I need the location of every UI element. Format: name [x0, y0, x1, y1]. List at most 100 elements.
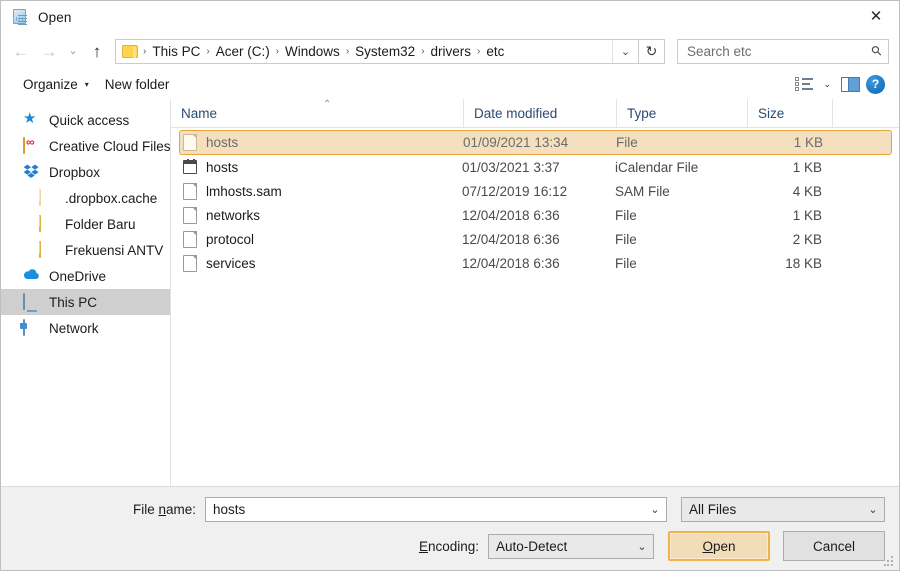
star-icon: ★	[23, 110, 37, 127]
search-box[interactable]: ⚲	[677, 38, 889, 64]
dialog-body: ★ Quick access Creative Cloud Files Drop…	[1, 99, 899, 486]
file-size: 18 KB	[785, 255, 822, 271]
dropbox-icon	[23, 164, 40, 180]
view-controls: ⌄ ?	[795, 74, 891, 94]
organize-button[interactable]: Organize ▾	[15, 74, 97, 95]
column-header-date-modified[interactable]: Date modified	[464, 99, 617, 127]
file-name-cell: lmhosts.sam	[179, 182, 462, 200]
breadcrumb-item-1[interactable]: Acer (C:)	[211, 44, 275, 59]
table-row[interactable]: networks 12/04/2018 6:36 File 1 KB	[179, 203, 892, 227]
cloud-icon	[23, 268, 40, 284]
breadcrumb-item-3[interactable]: System32	[350, 44, 420, 59]
file-type-filter-select[interactable]: All Files ⌄	[681, 497, 885, 522]
file-size: 2 KB	[792, 231, 822, 247]
sidebar-item-label: Frekuensi ANTV	[65, 242, 164, 258]
sidebar-item-label: Network	[49, 320, 99, 336]
file-type: File	[616, 135, 638, 150]
sidebar-item-onedrive[interactable]: OneDrive	[1, 263, 170, 289]
sidebar-item-creative-cloud-files[interactable]: Creative Cloud Files	[1, 133, 170, 159]
folder-icon	[39, 215, 56, 232]
refresh-icon[interactable]: ↻	[638, 38, 665, 64]
cancel-button[interactable]: Cancel	[783, 531, 885, 561]
navigation-bar: ← → ⌄ ↑ › This PC › Acer (C:) › Windows …	[1, 33, 899, 69]
file-icon	[183, 182, 197, 200]
file-list-pane: ⌃ Name Date modified Type Size hosts 01/…	[171, 99, 899, 486]
organize-label: Organize	[23, 76, 78, 92]
file-name: hosts	[206, 135, 239, 150]
recent-locations-icon[interactable]: ⌄	[63, 37, 83, 65]
breadcrumb-item-4[interactable]: drivers	[426, 44, 477, 59]
window-title: Open	[38, 9, 72, 25]
filename-label: File name:	[132, 502, 196, 517]
open-file-dialog: Open ✕ ← → ⌄ ↑ › This PC › Acer (C:) › W…	[0, 0, 900, 571]
table-row[interactable]: hosts 01/09/2021 13:34 File 1 KB	[179, 130, 892, 155]
sidebar-item-label: Creative Cloud Files	[49, 138, 171, 154]
address-bar[interactable]: › This PC › Acer (C:) › Windows › System…	[115, 38, 639, 64]
calendar-icon	[183, 158, 197, 176]
back-icon[interactable]: ←	[7, 37, 35, 65]
sidebar-item-label: Quick access	[49, 112, 130, 128]
sidebar-item-folder-baru[interactable]: Folder Baru	[1, 211, 170, 237]
open-button[interactable]: Open	[668, 531, 770, 561]
search-input[interactable]	[687, 43, 873, 59]
file-size: 4 KB	[792, 183, 822, 199]
column-header-size[interactable]: Size	[748, 99, 833, 127]
sort-ascending-icon: ⌃	[323, 99, 332, 110]
table-row[interactable]: hosts 01/03/2021 3:37 iCalendar File 1 K…	[179, 155, 892, 179]
file-name-cell: hosts	[180, 134, 463, 151]
chevron-down-icon[interactable]: ⌄	[862, 503, 884, 516]
folder-icon	[122, 44, 139, 58]
resize-grip[interactable]	[884, 556, 894, 566]
help-icon[interactable]: ?	[866, 74, 885, 94]
table-row[interactable]: lmhosts.sam 07/12/2019 16:12 SAM File 4 …	[179, 179, 892, 203]
pc-icon	[23, 293, 40, 310]
sidebar-item-frekuensi-antv[interactable]: Frekuensi ANTV	[1, 237, 170, 263]
file-type: File	[615, 207, 637, 223]
file-size: 1 KB	[792, 159, 822, 175]
file-size: 1 KB	[792, 207, 822, 223]
chevron-down-icon[interactable]: ⌄	[612, 39, 638, 63]
network-icon	[23, 319, 40, 336]
preview-pane-icon[interactable]	[841, 76, 860, 92]
close-icon[interactable]: ✕	[853, 1, 899, 32]
sidebar-item-network[interactable]: Network	[1, 315, 170, 341]
file-name-cell: protocol	[179, 230, 462, 248]
sidebar-item-dropbox-cache[interactable]: .dropbox.cache	[1, 185, 170, 211]
column-header-name[interactable]: Name	[171, 99, 464, 127]
chevron-down-icon[interactable]: ⌄	[819, 79, 835, 90]
breadcrumb-item-5[interactable]: etc	[481, 44, 509, 59]
sidebar-item-label: Dropbox	[49, 164, 101, 180]
up-icon[interactable]: ↑	[83, 37, 111, 65]
chevron-down-icon[interactable]: ⌄	[631, 540, 653, 553]
file-name-cell: services	[179, 254, 462, 272]
file-name: protocol	[206, 231, 255, 247]
chevron-down-icon: ▾	[84, 79, 89, 89]
breadcrumb-item-2[interactable]: Windows	[280, 44, 345, 59]
forward-icon[interactable]: →	[35, 37, 63, 65]
chevron-down-icon[interactable]: ⌄	[644, 503, 666, 516]
table-row[interactable]: protocol 12/04/2018 6:36 File 2 KB	[179, 227, 892, 251]
filename-row: File name: hosts ⌄ All Files ⌄	[15, 497, 885, 522]
filename-input[interactable]: hosts ⌄	[205, 497, 667, 522]
sidebar-item-quick-access[interactable]: ★ Quick access	[1, 107, 170, 133]
sidebar-item-dropbox[interactable]: Dropbox	[1, 159, 170, 185]
encoding-value: Auto-Detect	[496, 538, 568, 554]
encoding-select[interactable]: Auto-Detect ⌄	[488, 533, 654, 559]
file-date: 12/04/2018 6:36	[462, 207, 560, 223]
breadcrumb-item-0[interactable]: This PC	[147, 44, 205, 59]
sidebar-item-this-pc[interactable]: This PC	[1, 289, 170, 315]
dialog-footer: File name: hosts ⌄ All Files ⌄ Encoding:…	[1, 486, 899, 570]
file-name-cell: networks	[179, 206, 462, 224]
change-view-icon[interactable]	[795, 76, 814, 92]
file-type: SAM File	[615, 183, 670, 199]
new-folder-button[interactable]: New folder	[97, 74, 178, 95]
file-date: 12/04/2018 6:36	[462, 255, 560, 271]
table-row[interactable]: services 12/04/2018 6:36 File 18 KB	[179, 251, 892, 275]
creative-cloud-icon	[23, 137, 40, 154]
filename-value: hosts	[213, 502, 246, 517]
column-header-type[interactable]: Type	[617, 99, 748, 127]
file-rows: hosts 01/09/2021 13:34 File 1 KB hosts 0…	[171, 128, 899, 486]
file-type: File	[615, 255, 637, 271]
title-bar: Open ✕	[1, 1, 899, 33]
new-folder-label: New folder	[104, 76, 170, 92]
